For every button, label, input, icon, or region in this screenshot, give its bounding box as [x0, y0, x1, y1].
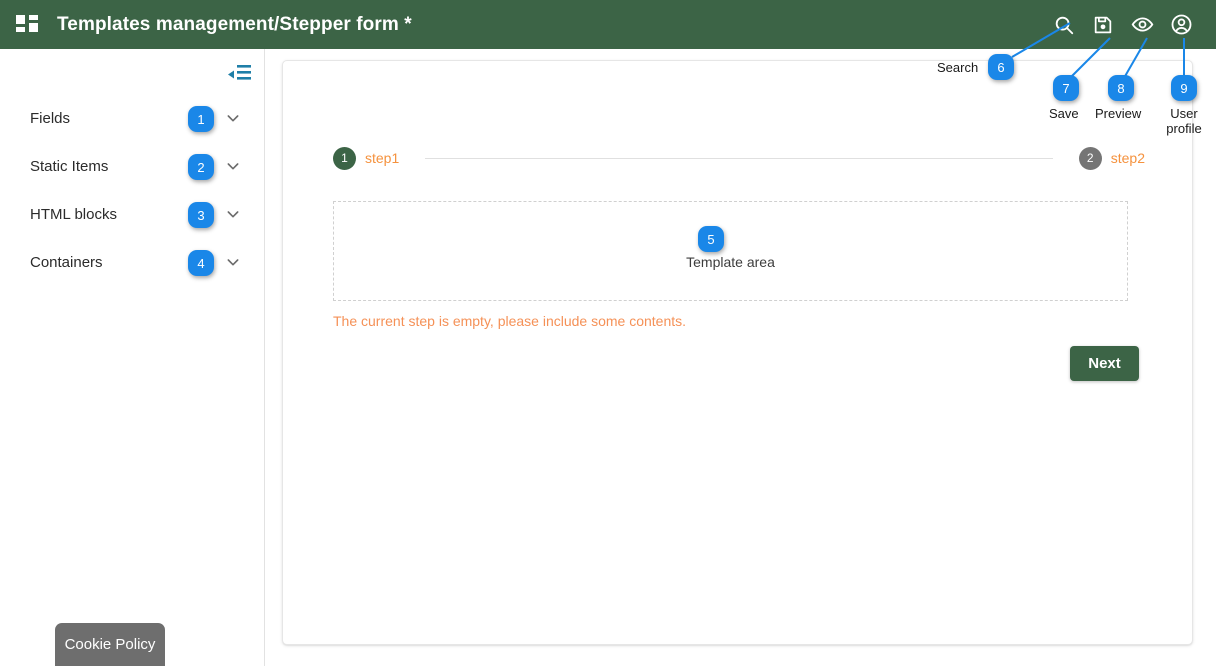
template-area-label: Template area [686, 254, 775, 270]
sidebar: Fields Static Items HTML blocks Containe… [0, 49, 265, 666]
sidebar-item-fields[interactable]: Fields [0, 94, 264, 142]
stepper-step-2[interactable]: 2 step2 [1078, 146, 1145, 170]
step-empty-error-message: The current step is empty, please includ… [333, 313, 687, 329]
annotation-badge-1: 1 [188, 106, 214, 132]
annotation-badge-3: 3 [188, 202, 214, 228]
app-root: Templates management/Stepper form * Fiel… [0, 0, 1216, 666]
chevron-down-icon[interactable] [224, 157, 242, 175]
main-content-card: 1 step1 2 step2 Template area The curren… [282, 60, 1193, 645]
dashboard-grid-icon[interactable] [14, 12, 40, 38]
sidebar-item-containers[interactable]: Containers [0, 238, 264, 286]
stepper-step-1[interactable]: 1 step1 [333, 146, 400, 170]
header-actions [1051, 12, 1204, 38]
user-profile-icon[interactable] [1168, 12, 1194, 38]
sidebar-item-label: Fields [30, 109, 71, 127]
annotation-badge-6: 6 [988, 54, 1014, 80]
annotation-badge-7: 7 [1053, 75, 1079, 101]
collapse-menu-icon[interactable] [226, 63, 252, 85]
chevron-down-icon[interactable] [224, 253, 242, 271]
step-label: step2 [1110, 150, 1145, 166]
sidebar-item-list: Fields Static Items HTML blocks Containe… [0, 94, 264, 286]
sidebar-item-label: Static Items [30, 157, 109, 175]
annotation-badge-8: 8 [1108, 75, 1134, 101]
next-button[interactable]: Next [1070, 346, 1139, 381]
annotation-badge-4: 4 [188, 250, 214, 276]
sidebar-item-html-blocks[interactable]: HTML blocks [0, 190, 264, 238]
annotation-badge-5: 5 [698, 226, 724, 252]
step-number-badge: 2 [1078, 146, 1102, 170]
template-drop-area[interactable]: Template area [333, 201, 1128, 301]
chevron-down-icon[interactable] [224, 109, 242, 127]
annotation-badge-9: 9 [1171, 75, 1197, 101]
app-header: Templates management/Stepper form * [0, 0, 1216, 49]
sidebar-item-label: HTML blocks [30, 205, 117, 223]
page-title: Templates management/Stepper form * [57, 13, 412, 35]
annotation-badge-2: 2 [188, 154, 214, 180]
sidebar-item-static-items[interactable]: Static Items [0, 142, 264, 190]
preview-icon[interactable] [1129, 12, 1155, 38]
step-number-badge: 1 [333, 146, 356, 170]
cookie-policy-banner[interactable]: Cookie Policy [55, 623, 165, 666]
stepper: 1 step1 2 step2 [333, 145, 1145, 171]
chevron-down-icon[interactable] [224, 205, 242, 223]
save-icon[interactable] [1090, 12, 1116, 38]
search-icon[interactable] [1051, 12, 1077, 38]
stepper-connector-line [425, 157, 1053, 159]
sidebar-item-label: Containers [30, 253, 103, 271]
step-label: step1 [365, 150, 400, 166]
